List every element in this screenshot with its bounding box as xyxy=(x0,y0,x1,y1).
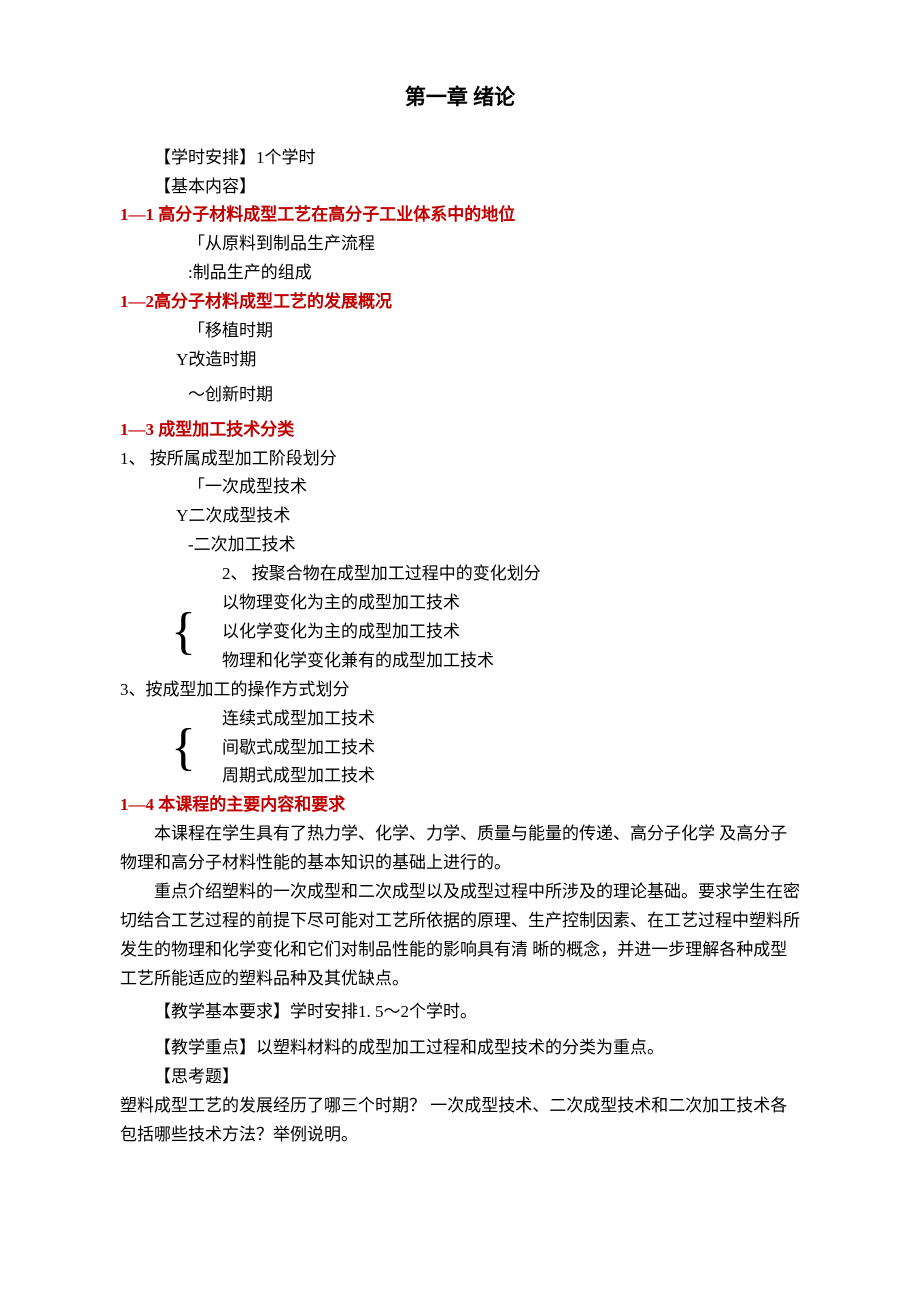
section-1-1-heading: 1—1 高分子材料成型工艺在高分子工业体系中的地位 xyxy=(120,201,800,230)
s3-c3-l2: 间歇式成型加工技术 xyxy=(222,734,375,763)
s3-c2-l2: 以化学变化为主的成型加工技术 xyxy=(222,618,494,647)
s3-c1-l1: 「一次成型技术 xyxy=(120,473,800,502)
section-1-4-heading: 1—4 本课程的主要内容和要求 xyxy=(120,791,800,820)
s3-c3-l1: 连续式成型加工技术 xyxy=(222,705,375,734)
s3-c2-l1: 以物理变化为主的成型加工技术 xyxy=(222,589,494,618)
s3-c1-l2: Y二次成型技术 xyxy=(120,502,800,531)
s3-c2-group: { 以物理变化为主的成型加工技术 以化学变化为主的成型加工技术 物理和化学变化兼… xyxy=(171,589,800,676)
s3-c1-label: 1、 按所属成型加工阶段划分 xyxy=(120,445,800,474)
schedule-label: 【学时安排】 xyxy=(154,148,256,167)
teaching-focus-label: 【教学重点】 xyxy=(154,1038,256,1057)
teaching-req-value: 学时安排1. 5〜2个学时。 xyxy=(290,1002,477,1021)
schedule-value: 1个学时 xyxy=(256,148,316,167)
s3-c1-l3: -二次加工技术 xyxy=(120,531,800,560)
left-brace-icon: { xyxy=(171,705,222,792)
s4-p1: 本课程在学生具有了热力学、化学、力学、质量与能量的传递、高分子化学 及高分子物理… xyxy=(120,820,800,878)
s2-l2: Y改造时期 xyxy=(120,346,800,375)
teaching-req-label: 【教学基本要求】 xyxy=(154,1002,290,1021)
thinking-value: 塑料成型工艺的发展经历了哪三个时期？ 一次成型技术、二次成型技术和二次加工技术各… xyxy=(120,1092,800,1150)
s4-p2: 重点介绍塑料的一次成型和二次成型以及成型过程中所涉及的理论基础。要求学生在密切结… xyxy=(120,878,800,994)
teaching-focus-value: 以塑料材料的成型加工过程和成型技术的分类为重点。 xyxy=(256,1038,664,1057)
s2-l1: 「移植时期 xyxy=(120,317,800,346)
s3-c3-l3: 周期式成型加工技术 xyxy=(222,762,375,791)
s2-l3: 〜创新时期 xyxy=(120,381,800,410)
teaching-req-line: 【教学基本要求】学时安排1. 5〜2个学时。 xyxy=(120,998,800,1027)
s3-c2-l3: 物理和化学变化兼有的成型加工技术 xyxy=(222,647,494,676)
section-1-2-heading: 1—2高分子材料成型工艺的发展概况 xyxy=(120,288,800,317)
schedule-line: 【学时安排】1个学时 xyxy=(120,144,800,173)
s1-l2: :制品生产的组成 xyxy=(120,259,800,288)
left-brace-icon: { xyxy=(171,589,222,676)
chapter-title: 第一章 绪论 xyxy=(120,80,800,116)
section-1-3-heading: 1—3 成型加工技术分类 xyxy=(120,416,800,445)
s1-l1: 「从原料到制品生产流程 xyxy=(120,230,800,259)
teaching-focus-line: 【教学重点】以塑料材料的成型加工过程和成型技术的分类为重点。 xyxy=(120,1034,800,1063)
s3-c2-label: 2、 按聚合物在成型加工过程中的变化划分 xyxy=(120,560,800,589)
thinking-label: 【思考题】 xyxy=(120,1063,800,1092)
s3-c3-group: { 连续式成型加工技术 间歇式成型加工技术 周期式成型加工技术 xyxy=(171,705,800,792)
s3-c3-label: 3、按成型加工的操作方式划分 xyxy=(120,676,800,705)
content-label: 【基本内容】 xyxy=(120,173,800,202)
